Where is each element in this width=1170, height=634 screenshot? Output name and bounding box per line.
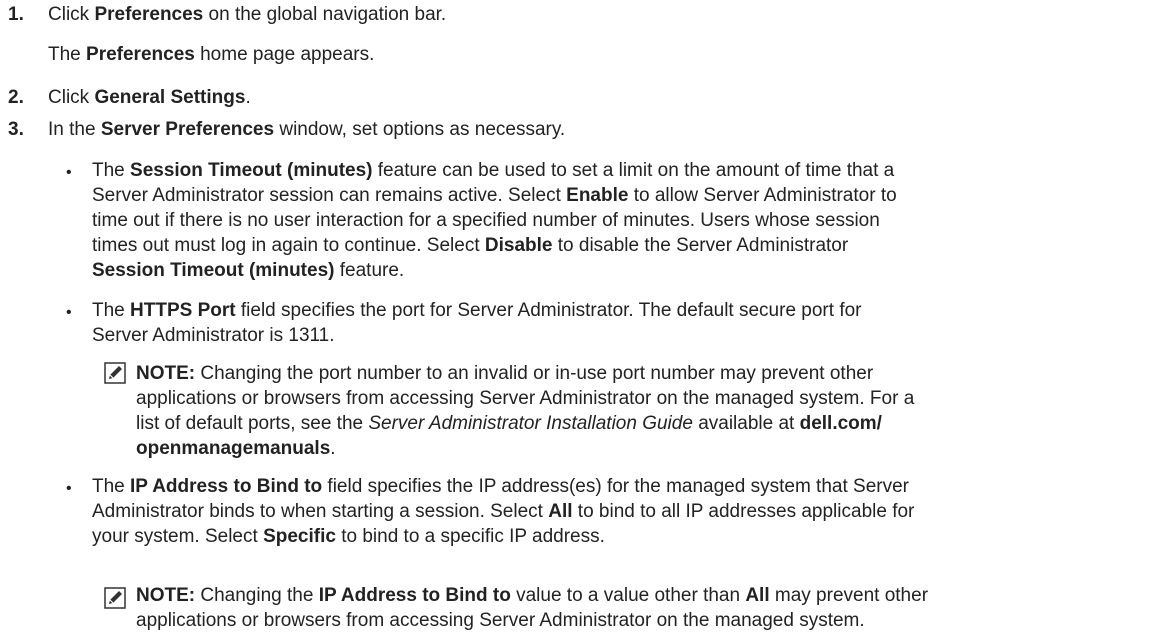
note-1-line-3: list of default ports, see the Server Ad… xyxy=(136,413,882,434)
ip-address-line-2: Administrator binds to when starting a s… xyxy=(92,501,915,522)
https-port-line-2: Server Administrator is 1311. xyxy=(92,325,335,346)
session-timeout-line-4: times out must log in again to continue.… xyxy=(92,235,849,256)
session-timeout-line-3: time out if there is no user interaction… xyxy=(92,210,880,231)
https-port-line-1: The HTTPS Port field specifies the port … xyxy=(92,300,862,321)
note-1-line-4: openmanagemanuals. xyxy=(136,438,336,459)
step-2-text: Click General Settings. xyxy=(48,87,251,108)
step-number: 3. xyxy=(8,119,24,140)
bullet: • xyxy=(66,480,72,497)
note-1-line-2: applications or browsers from accessing … xyxy=(136,388,915,409)
note-1-line-1: NOTE: Changing the port number to an inv… xyxy=(136,363,874,384)
step-3-text: In the Server Preferences window, set op… xyxy=(48,119,566,140)
ip-address-line-1: The IP Address to Bind to field specifie… xyxy=(92,476,909,497)
session-timeout-line-5: Session Timeout (minutes) feature. xyxy=(92,260,405,281)
session-timeout-line-2: Server Administrator session can remains… xyxy=(92,185,897,206)
step-number: 2. xyxy=(8,87,24,108)
document-page: 1. Click Preferences on the global navig… xyxy=(0,0,1170,634)
step-1-text: Click Preferences on the global navigati… xyxy=(48,4,447,25)
bullet: • xyxy=(66,304,72,321)
note-pencil-icon xyxy=(104,362,126,384)
note-2-line-2: applications or browsers from accessing … xyxy=(136,610,865,631)
step-number: 1. xyxy=(8,4,24,25)
session-timeout-line-1: The Session Timeout (minutes) feature ca… xyxy=(92,160,895,181)
bullet: • xyxy=(66,164,72,181)
note-2-line-1: NOTE: Changing the IP Address to Bind to… xyxy=(136,585,929,606)
note-pencil-icon xyxy=(104,587,126,609)
step-1-result: The Preferences home page appears. xyxy=(48,44,375,65)
ip-address-line-3: your system. Select Specific to bind to … xyxy=(92,526,605,547)
